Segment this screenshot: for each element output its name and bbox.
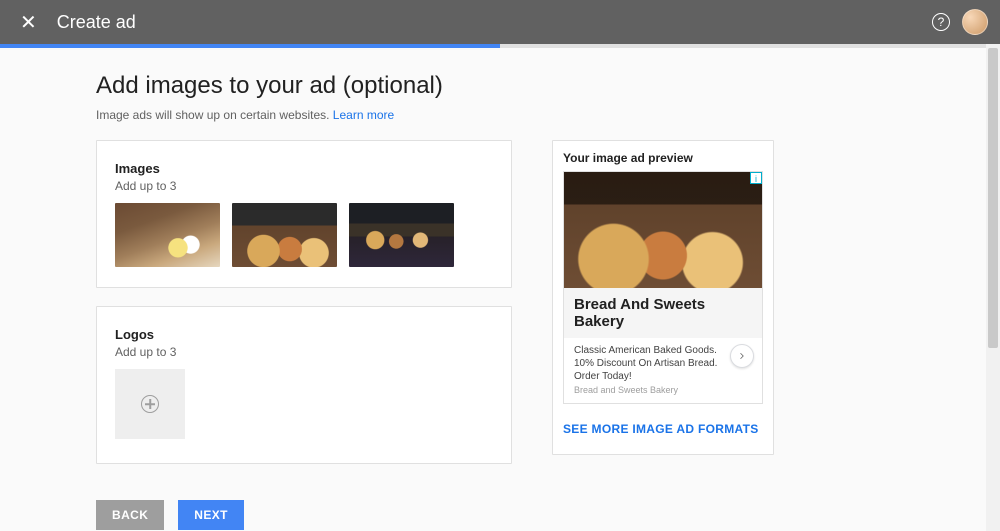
progress-bar-fill (0, 44, 500, 48)
images-heading: Images (115, 161, 493, 176)
plus-icon (141, 395, 159, 413)
logos-heading: Logos (115, 327, 493, 342)
images-card: Images Add up to 3 (96, 140, 512, 288)
page-subtext: Image ads will show up on certain websit… (96, 108, 1000, 122)
scrollbar-thumb[interactable] (988, 48, 998, 348)
page-header-title: Create ad (57, 12, 136, 33)
chevron-right-icon (737, 351, 747, 361)
ad-preview-next-button[interactable] (730, 344, 754, 368)
next-button[interactable]: NEXT (178, 500, 244, 530)
add-logo-button[interactable] (115, 369, 185, 439)
images-sub: Add up to 3 (115, 179, 493, 193)
page-title: Add images to your ad (optional) (96, 72, 1000, 100)
avatar[interactable] (962, 9, 988, 35)
image-thumbnail[interactable] (115, 203, 220, 267)
progress-bar (0, 44, 1000, 48)
ad-preview-image (564, 172, 762, 288)
ad-preview-frame: i Bread And Sweets Bakery Classic Americ… (563, 171, 763, 404)
header-bar: ✕ Create ad ? (0, 0, 1000, 44)
help-icon[interactable]: ? (932, 13, 950, 31)
preview-card: Your image ad preview i Bread And Sweets… (552, 140, 774, 455)
adchoices-icon[interactable]: i (750, 172, 762, 184)
image-thumbnail[interactable] (349, 203, 454, 267)
ad-preview-brand: Bread and Sweets Bakery (574, 385, 752, 395)
page-subtext-text: Image ads will show up on certain websit… (96, 108, 329, 122)
logos-card: Logos Add up to 3 (96, 306, 512, 464)
logos-sub: Add up to 3 (115, 345, 493, 359)
scrollbar[interactable] (986, 44, 1000, 531)
ad-preview-title: Bread And Sweets Bakery (564, 288, 762, 338)
image-thumbnail[interactable] (232, 203, 337, 267)
preview-heading: Your image ad preview (563, 151, 763, 165)
see-more-formats-link[interactable]: SEE MORE IMAGE AD FORMATS (563, 422, 763, 436)
ad-preview-description: Classic American Baked Goods. 10% Discou… (574, 344, 724, 383)
back-button[interactable]: BACK (96, 500, 164, 530)
close-icon[interactable]: ✕ (12, 6, 45, 39)
learn-more-link[interactable]: Learn more (333, 108, 394, 122)
